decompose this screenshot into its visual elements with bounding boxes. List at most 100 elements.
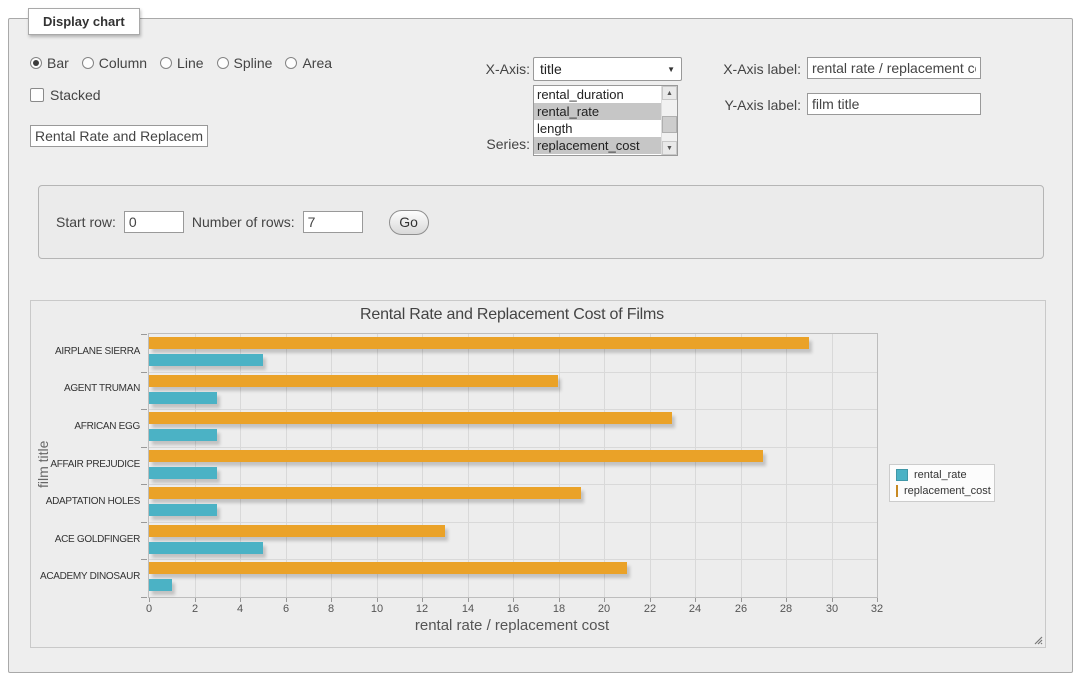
x-tick-label: 4: [225, 603, 255, 615]
x-tick-label: 20: [589, 603, 619, 615]
gridline-vertical: [786, 334, 787, 597]
chart-type-label: Column: [99, 55, 147, 71]
chart-panel: Rental Rate and Replacement Cost of Film…: [30, 300, 1046, 648]
bar-replacement_cost-adaptation-holes: [149, 487, 581, 499]
gridline-horizontal: [149, 447, 877, 448]
gridline-vertical: [377, 334, 378, 597]
x-tick-mark: [286, 598, 287, 602]
chart-type-radio-bar[interactable]: Bar: [30, 55, 69, 71]
x-tick-label: 10: [362, 603, 392, 615]
x-tick-label: 6: [271, 603, 301, 615]
radio-icon[interactable]: [30, 57, 42, 69]
plot-area: [148, 333, 878, 598]
x-axis-select[interactable]: title ▼: [533, 57, 682, 81]
x-tick-label: 28: [771, 603, 801, 615]
chart-type-radio-line[interactable]: Line: [160, 55, 203, 71]
bar-rental_rate-adaptation-holes: [149, 504, 217, 516]
go-button[interactable]: Go: [389, 210, 429, 235]
gridline-vertical: [741, 334, 742, 597]
gridline-vertical: [240, 334, 241, 597]
start-row-input[interactable]: [124, 211, 184, 233]
category-label: AFRICAN EGG: [31, 421, 140, 432]
stacked-label: Stacked: [50, 87, 101, 103]
number-of-rows-label: Number of rows:: [192, 214, 295, 230]
gridline-horizontal: [149, 559, 877, 560]
resize-handle-icon[interactable]: [1032, 634, 1043, 645]
chart-type-radio-area[interactable]: Area: [285, 55, 332, 71]
x-tick-label: 18: [544, 603, 574, 615]
scroll-down-icon[interactable]: ▼: [662, 141, 677, 155]
row-controls-panel: Start row: Number of rows: Go: [38, 185, 1044, 259]
y-axis-label-input[interactable]: [807, 93, 981, 115]
y-tick-mark: [141, 559, 147, 560]
series-option-rental_duration[interactable]: rental_duration: [534, 86, 661, 103]
y-tick-mark: [141, 447, 147, 448]
gridline-vertical: [422, 334, 423, 597]
chart-type-label: Area: [302, 55, 332, 71]
x-tick-mark: [195, 598, 196, 602]
chart-type-radio-spline[interactable]: Spline: [217, 55, 273, 71]
legend-label: rental_rate: [914, 469, 967, 481]
gridline-vertical: [331, 334, 332, 597]
x-tick-mark: [149, 598, 150, 602]
legend-item-replacement_cost: replacement_cost: [896, 485, 988, 497]
gridline-vertical: [695, 334, 696, 597]
number-of-rows-input[interactable]: [303, 211, 363, 233]
x-tick-label: 8: [316, 603, 346, 615]
x-tick-label: 32: [862, 603, 892, 615]
gridline-vertical: [195, 334, 196, 597]
radio-icon[interactable]: [285, 57, 297, 69]
x-tick-mark: [513, 598, 514, 602]
scroll-up-icon[interactable]: ▲: [662, 86, 677, 100]
y-tick-mark: [141, 334, 147, 335]
x-axis-label-input[interactable]: [807, 57, 981, 79]
x-tick-label: 24: [680, 603, 710, 615]
bar-rental_rate-academy-dinosaur: [149, 579, 172, 591]
chart-type-label: Spline: [234, 55, 273, 71]
y-axis-label-label: Y-Axis label:: [686, 97, 801, 114]
series-option-length[interactable]: length: [534, 120, 661, 137]
x-tick-mark: [377, 598, 378, 602]
series-option-rental_rate[interactable]: rental_rate: [534, 103, 661, 120]
stacked-checkbox[interactable]: [30, 88, 44, 102]
series-listbox[interactable]: rental_durationrental_ratelengthreplacem…: [533, 85, 678, 156]
radio-icon[interactable]: [82, 57, 94, 69]
page: Display chart Bar Column Line Spline Area St…: [0, 0, 1081, 681]
x-tick-mark: [559, 598, 560, 602]
bar-replacement_cost-african-egg: [149, 412, 672, 424]
gridline-vertical: [559, 334, 560, 597]
category-label: ACE GOLDFINGER: [31, 534, 140, 545]
gridline-vertical: [650, 334, 651, 597]
y-tick-mark: [141, 484, 147, 485]
series-option-replacement_cost[interactable]: replacement_cost: [534, 137, 661, 154]
x-tick-mark: [877, 598, 878, 602]
y-tick-mark: [141, 409, 147, 410]
y-tick-mark: [141, 522, 147, 523]
chart-type-label: Bar: [47, 55, 69, 71]
legend-label: replacement_cost: [904, 485, 991, 497]
bar-rental_rate-agent-truman: [149, 392, 217, 404]
display-chart-panel: BarColumnLineSplineArea Stacked X-Axis: …: [8, 18, 1073, 673]
fieldset-legend: Display chart: [28, 8, 140, 35]
series-listbox-scrollbar[interactable]: ▲ ▼: [661, 86, 677, 155]
bar-rental_rate-ace-goldfinger: [149, 542, 263, 554]
x-axis-selected-value: title: [540, 61, 562, 77]
gridline-vertical: [832, 334, 833, 597]
gridline-vertical: [604, 334, 605, 597]
radio-icon[interactable]: [160, 57, 172, 69]
x-axis-title: rental rate / replacement cost: [148, 617, 876, 634]
radio-icon[interactable]: [217, 57, 229, 69]
x-tick-mark: [741, 598, 742, 602]
chart-type-radio-column[interactable]: Column: [82, 55, 147, 71]
stacked-checkbox-row[interactable]: Stacked: [30, 87, 101, 103]
category-label: ADAPTATION HOLES: [31, 496, 140, 507]
start-row-label: Start row:: [56, 214, 116, 230]
category-label: AGENT TRUMAN: [31, 383, 140, 394]
x-tick-mark: [240, 598, 241, 602]
chart-legend: rental_rate replacement_cost: [889, 464, 995, 502]
gridline-horizontal: [149, 372, 877, 373]
bar-replacement_cost-agent-truman: [149, 375, 558, 387]
gridline-vertical: [513, 334, 514, 597]
chart-title-input[interactable]: [30, 125, 208, 147]
scrollbar-thumb[interactable]: [662, 116, 677, 133]
